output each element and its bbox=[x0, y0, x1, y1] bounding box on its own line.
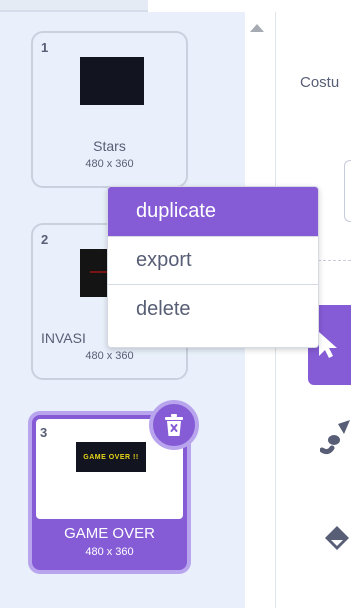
delete-costume-button[interactable] bbox=[149, 400, 199, 450]
costume-thumbnail bbox=[80, 57, 144, 105]
context-menu: duplicate export delete bbox=[107, 186, 319, 348]
menu-item-delete[interactable]: delete bbox=[108, 285, 318, 333]
costume-size: 480 x 360 bbox=[85, 158, 134, 170]
fill-tool-button[interactable] bbox=[321, 522, 351, 563]
cursor-select-icon bbox=[319, 332, 337, 358]
costume-size: 480 x 360 bbox=[85, 350, 134, 362]
menu-item-export[interactable]: export bbox=[108, 237, 318, 285]
costume-number: 1 bbox=[41, 40, 49, 55]
costume-name: Stars bbox=[93, 138, 126, 154]
costume-name-label: Costu bbox=[300, 74, 340, 91]
costume-name: GAME OVER bbox=[64, 525, 155, 542]
costume-name: INVASI bbox=[41, 330, 86, 346]
costume-number: 3 bbox=[40, 425, 48, 440]
top-strip bbox=[0, 0, 148, 12]
scroll-up-arrow-icon[interactable] bbox=[250, 24, 264, 32]
costume-thumbnail: GAME OVER !! bbox=[76, 442, 146, 472]
costume-size: 480 x 360 bbox=[85, 546, 134, 558]
costume-number: 2 bbox=[41, 232, 49, 247]
menu-item-duplicate[interactable]: duplicate bbox=[108, 187, 318, 237]
costume-tile-1[interactable]: 1 Stars 480 x 360 bbox=[31, 31, 188, 188]
brush-tool-button[interactable] bbox=[319, 420, 351, 461]
fill-bucket-icon bbox=[325, 526, 349, 550]
brush-icon bbox=[319, 420, 350, 455]
thumbnail-text: GAME OVER !! bbox=[83, 453, 139, 461]
costume-name-input[interactable] bbox=[344, 160, 351, 222]
trash-icon bbox=[165, 414, 183, 436]
